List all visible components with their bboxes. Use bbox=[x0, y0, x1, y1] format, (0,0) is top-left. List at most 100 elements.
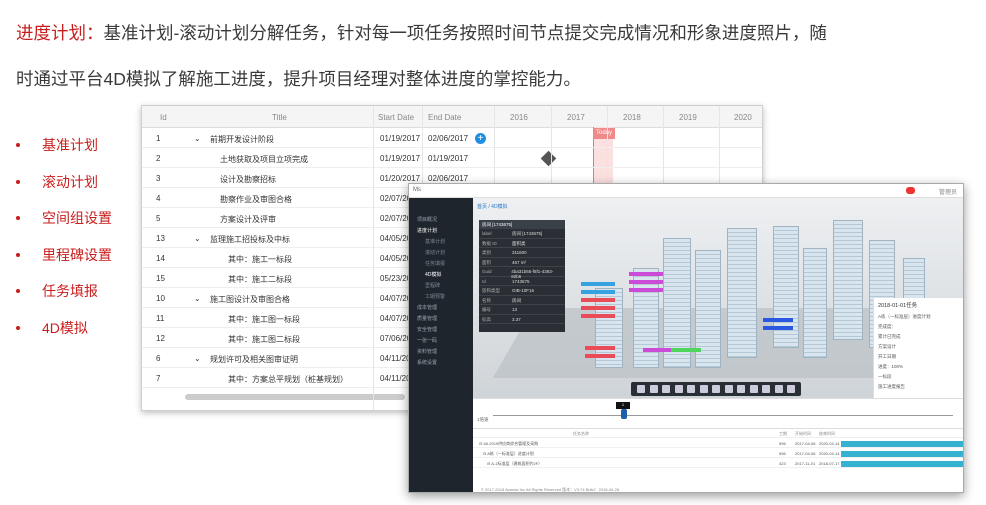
sidebar-item[interactable]: 质量管理 bbox=[417, 315, 437, 322]
notification-badge-icon[interactable] bbox=[906, 187, 915, 194]
app-logo: Ms bbox=[413, 187, 421, 193]
viewer-toolbar bbox=[631, 382, 801, 396]
chevron-down-icon[interactable]: ⌄ bbox=[194, 134, 201, 143]
gantt-col-end[interactable]: End Date bbox=[428, 113, 461, 122]
gantt-horizontal-scrollbar[interactable] bbox=[185, 394, 405, 400]
bullet-dot-icon bbox=[16, 252, 20, 257]
property-row: 面积 467 m² bbox=[479, 258, 565, 267]
gantt-row-id: 3 bbox=[156, 174, 161, 183]
viewer-tool-icon[interactable] bbox=[762, 385, 770, 393]
model-viewport[interactable]: 首页 / 4D模拟 房间 [1743675] label 房间 [1743675]… bbox=[473, 198, 963, 398]
progress-floor-highlight bbox=[581, 306, 615, 310]
gantt-col-id[interactable]: Id bbox=[160, 113, 167, 122]
sidebar-item[interactable]: 滚动计划 bbox=[425, 249, 445, 256]
gantt-year-2018: 2018 bbox=[623, 113, 641, 122]
viewer-tool-icon[interactable] bbox=[774, 385, 783, 393]
property-row: label 房间 [1743675] bbox=[479, 229, 565, 239]
timeline-tag: 1 bbox=[616, 402, 630, 409]
viewer-tool-icon[interactable] bbox=[649, 385, 658, 393]
sidebar-item[interactable]: 4D模拟 bbox=[425, 271, 441, 278]
progress-floor-highlight bbox=[585, 346, 615, 350]
viewer-tool-icon[interactable] bbox=[737, 385, 745, 393]
gantt-row[interactable]: 2 土地获取及项目立项完成 01/19/2017 01/19/2017 bbox=[142, 148, 762, 168]
sidebar-item[interactable]: 里程碑 bbox=[425, 282, 440, 289]
property-row: 族和类型 GIB-10F16 bbox=[479, 286, 565, 296]
sidebar-item[interactable]: 基准计划 bbox=[425, 238, 445, 245]
breadcrumb[interactable]: 首页 / 4D模拟 bbox=[477, 203, 508, 210]
bullet-dot-icon bbox=[16, 179, 20, 184]
gantt-row-start: 04/11/20 bbox=[380, 374, 411, 383]
task-row[interactable]: ⊟ A栋（一标准层）进度计划 596 2017-04-06 2020-04-14 bbox=[473, 449, 963, 458]
timeline-track[interactable] bbox=[493, 415, 953, 416]
gantt-row-start: 04/11/20 bbox=[380, 354, 411, 363]
bullet-dot-icon bbox=[16, 325, 20, 330]
add-task-plus-icon[interactable]: + bbox=[475, 133, 486, 144]
viewer-tool-icon[interactable] bbox=[724, 385, 733, 393]
playback-speed-select[interactable]: 1倍速 bbox=[477, 417, 489, 423]
gantt-row-start: 04/05/20 bbox=[380, 254, 412, 263]
gantt-year-2020: 2020 bbox=[734, 113, 752, 122]
property-row: 标高 3.37 bbox=[479, 315, 565, 324]
gantt-row[interactable]: 1 ⌄ 前期开发设计阶段 01/19/2017 02/06/2017 bbox=[142, 128, 762, 148]
bim-4d-app-window: Ms 管理员 项目概况进度计划基准计划滚动计划任务填报 4D模拟里程碑工期预警成本… bbox=[408, 183, 964, 493]
chevron-down-icon[interactable]: ⌄ bbox=[194, 354, 201, 363]
sidebar-item[interactable]: 项目概况 bbox=[417, 216, 437, 223]
task-detail-line: 开工日期 bbox=[878, 354, 896, 359]
progress-floor-highlight bbox=[643, 348, 671, 352]
chevron-down-icon[interactable]: ⌄ bbox=[194, 234, 201, 243]
simulation-timeline: 1 1倍速 bbox=[473, 398, 963, 428]
task-row[interactable]: ⊟ A-1标准层（建筑面积约2F） 423 2017-11-01 2018-07-17 bbox=[473, 459, 963, 468]
task-grid-header: 任务名称 工期 开始时间 结束时间 bbox=[473, 429, 963, 438]
property-value: 13 bbox=[512, 307, 518, 312]
property-row: 数据 ID 面积类 bbox=[479, 239, 565, 248]
progress-floor-highlight bbox=[629, 272, 663, 276]
gantt-row-id: 15 bbox=[156, 274, 165, 283]
sidebar-item[interactable]: 安全管理 bbox=[417, 326, 437, 333]
gantt-row-id: 5 bbox=[156, 214, 161, 223]
gantt-col-start[interactable]: Start Date bbox=[378, 113, 414, 122]
task-gantt-bar bbox=[841, 460, 963, 467]
user-name[interactable]: 管理员 bbox=[939, 187, 957, 196]
headline-line-2: 时通过平台4D模拟了解施工进度，提升项目经理对整体进度的掌控能力。 bbox=[16, 69, 581, 89]
slide-root: 进度计划：基准计划-滚动计划分解任务，针对每一项任务按照时间节点提交完成情况和形… bbox=[0, 0, 986, 505]
gantt-gridline bbox=[373, 106, 374, 410]
progress-floor-highlight bbox=[585, 354, 615, 358]
viewer-tool-icon[interactable] bbox=[674, 385, 683, 393]
gantt-row-id: 11 bbox=[156, 314, 165, 323]
gantt-row-title: 勘察作业及审图合格 bbox=[220, 195, 292, 204]
property-value: 3.37 bbox=[512, 316, 521, 322]
viewer-tool-icon[interactable] bbox=[787, 385, 795, 393]
building-model[interactable] bbox=[833, 220, 863, 340]
building-model[interactable] bbox=[727, 228, 757, 358]
viewer-tool-icon[interactable] bbox=[712, 385, 720, 393]
property-value: 1743675 bbox=[512, 278, 530, 284]
progress-floor-highlight bbox=[671, 348, 701, 352]
chevron-down-icon[interactable]: ⌄ bbox=[194, 294, 201, 303]
gantt-row-id: 1 bbox=[156, 134, 161, 143]
sidebar-item[interactable]: 进度计划 bbox=[417, 227, 437, 234]
property-value: 4ba31b65-f6f1-4393-82b6 bbox=[511, 269, 554, 279]
property-key: 名称 bbox=[482, 297, 491, 303]
property-row: 名称 房间 bbox=[479, 296, 565, 305]
viewer-tool-icon[interactable] bbox=[699, 385, 708, 393]
sidebar-item[interactable]: 工期预警 bbox=[425, 293, 445, 300]
gantt-row-title: 施工图设计及审图合格 bbox=[210, 295, 290, 304]
gantt-row-title: 其中：施工图一标段 bbox=[228, 315, 300, 324]
task-row[interactable]: ⊟ 6A 2019供应商综合管理及采购 596 2017-04-06 2020-04-… bbox=[473, 439, 963, 448]
task-detail-line: 施工进度报告 bbox=[878, 384, 905, 389]
viewer-tool-icon[interactable] bbox=[749, 385, 758, 393]
timeline-slider-handle[interactable] bbox=[621, 409, 627, 419]
sidebar-item[interactable]: 任务填报 bbox=[425, 260, 445, 267]
sidebar-item[interactable]: 一张一码 bbox=[417, 337, 437, 344]
gantt-col-title[interactable]: Title bbox=[272, 113, 287, 122]
property-panel: 房间 [1743675] label 房间 [1743675] 数据 ID 面积类 类别… bbox=[479, 220, 565, 332]
sidebar-item[interactable]: 资料管理 bbox=[417, 348, 437, 355]
viewer-tool-icon[interactable] bbox=[637, 385, 645, 393]
sidebar-item[interactable]: 系统设置 bbox=[417, 359, 437, 366]
building-model[interactable] bbox=[803, 248, 827, 358]
property-value: 房间 [1743675] bbox=[512, 231, 543, 236]
viewer-tool-icon[interactable] bbox=[687, 385, 695, 393]
viewer-tool-icon[interactable] bbox=[662, 385, 670, 393]
task-start: 2017-04-06 bbox=[795, 451, 816, 456]
sidebar-item[interactable]: 成本管理 bbox=[417, 304, 437, 311]
